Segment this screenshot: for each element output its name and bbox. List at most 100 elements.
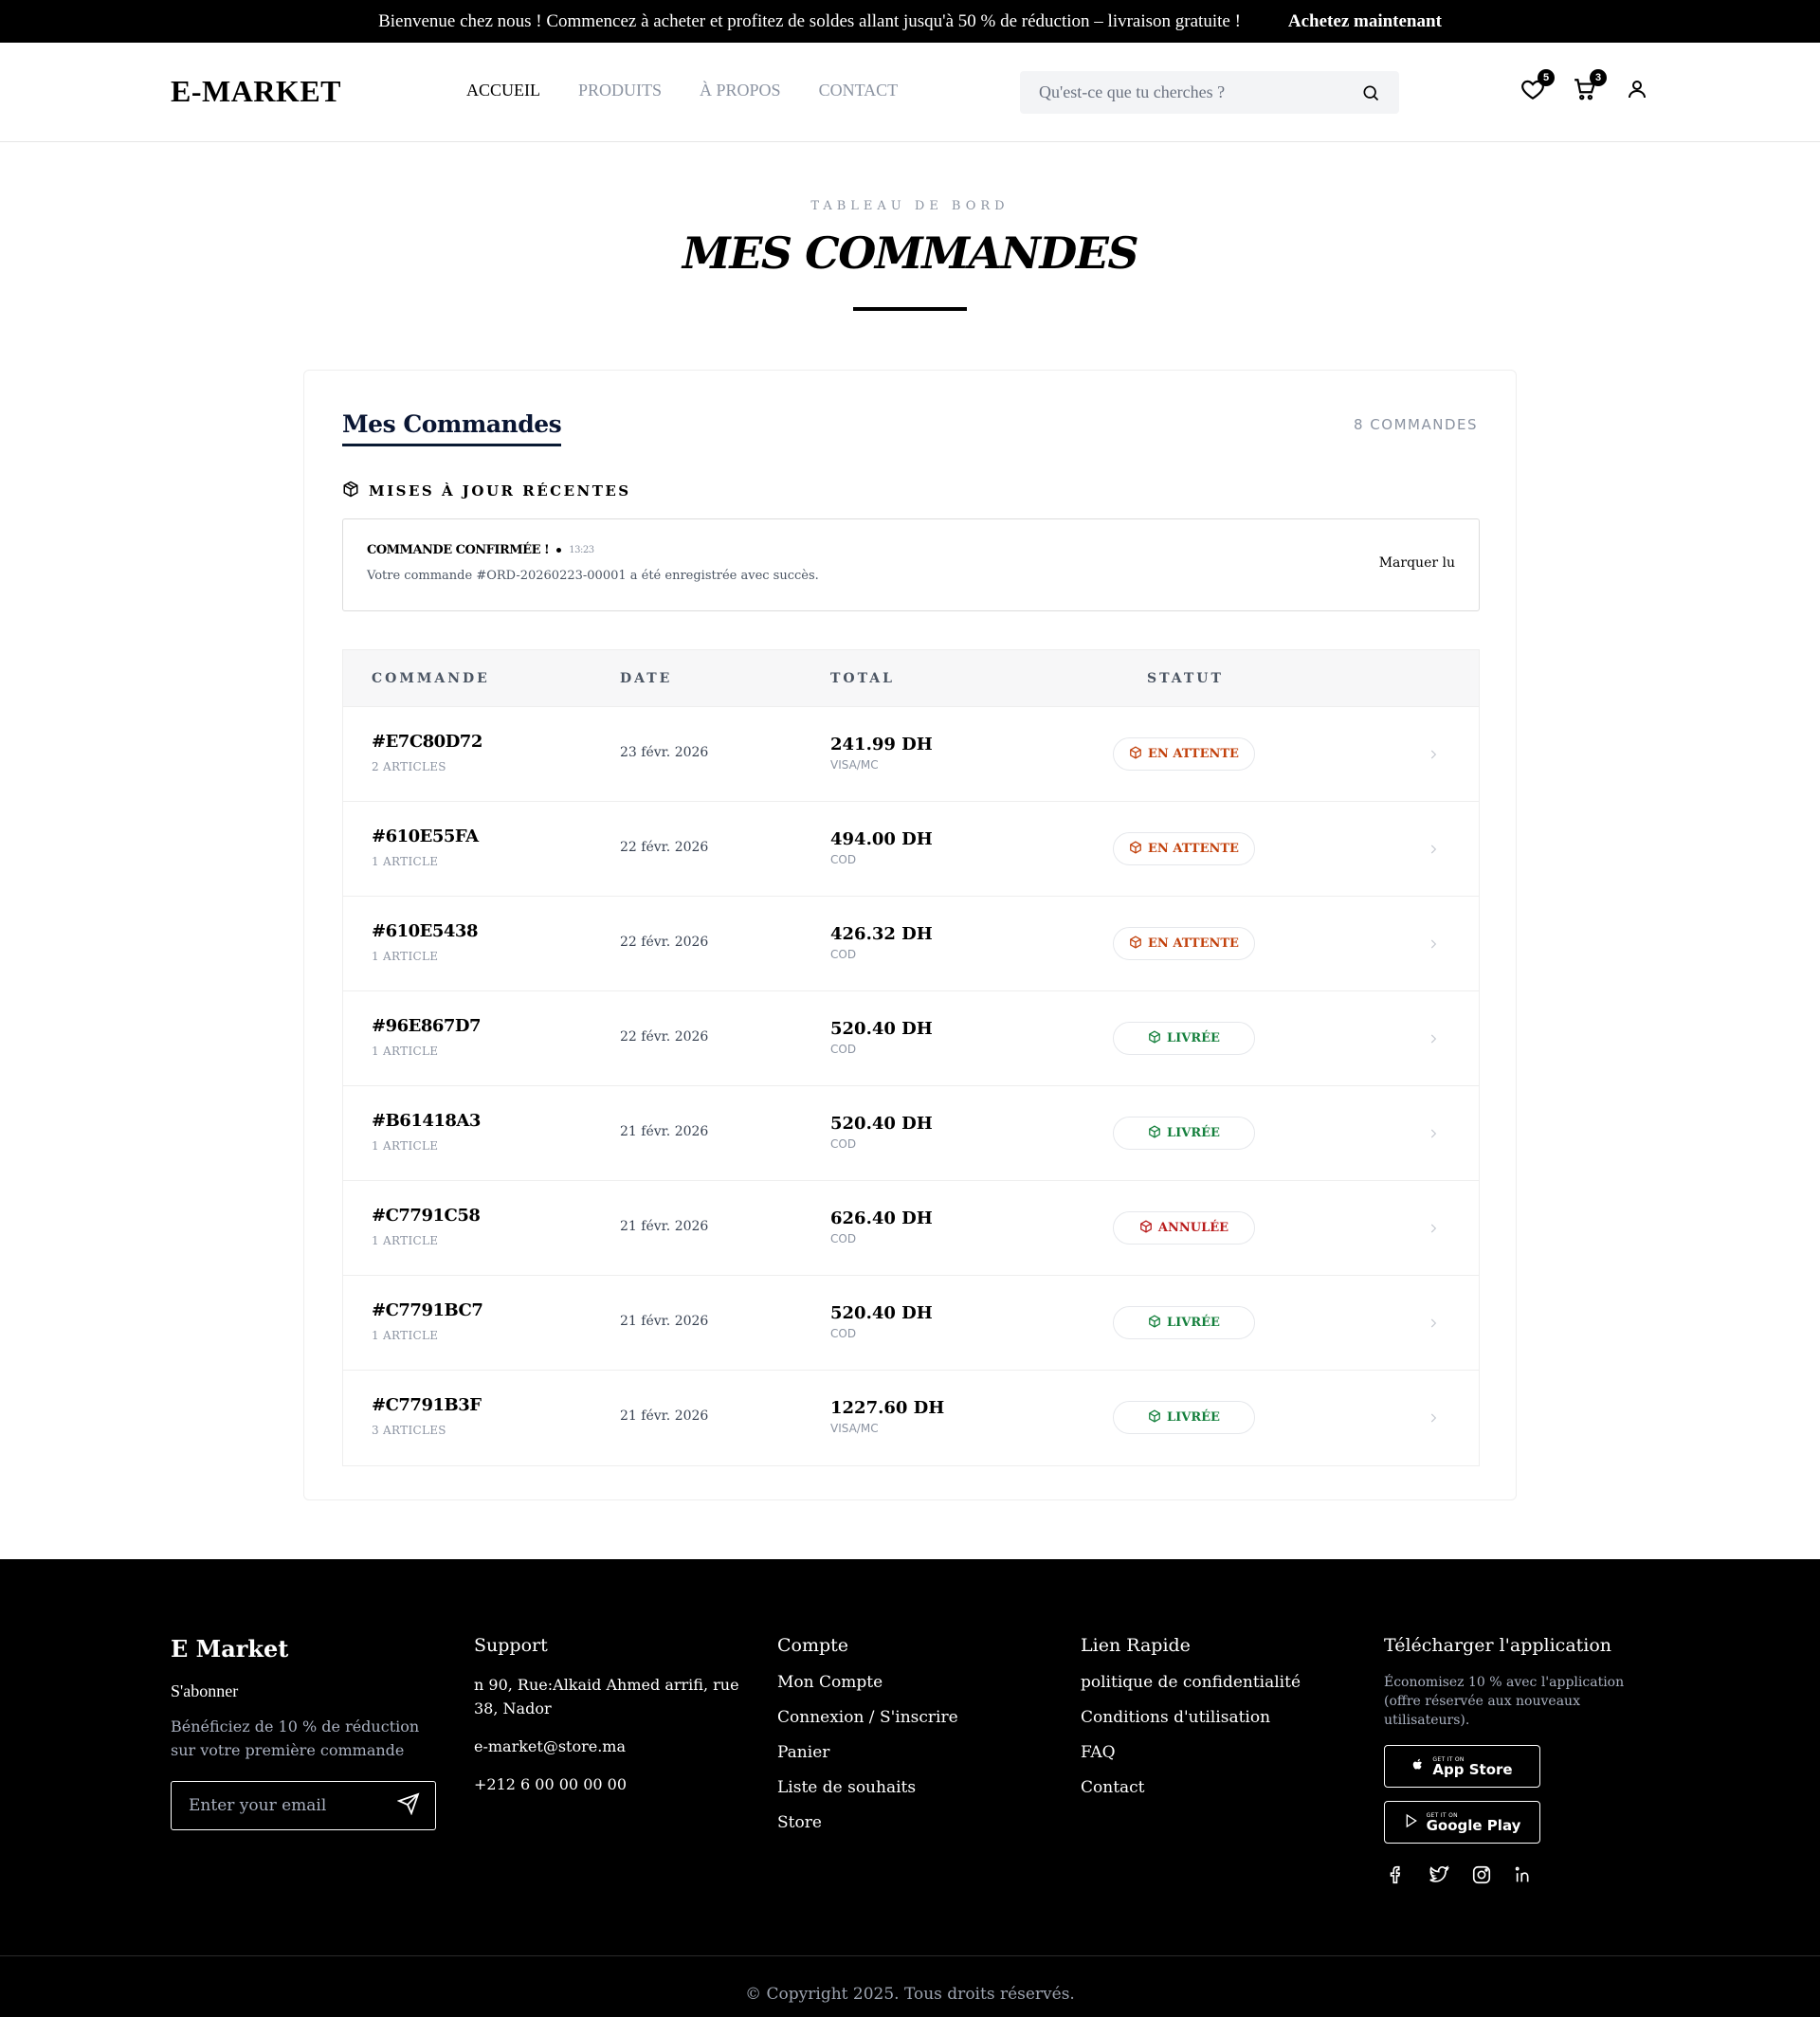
order-id: #610E55FA bbox=[372, 827, 479, 846]
table-row[interactable]: #C7791C58 1 ARTICLE 21 févr. 2026 626.40 DH… bbox=[343, 1181, 1479, 1276]
status-label: LIVRÉE bbox=[1167, 1410, 1220, 1425]
footer-link-store[interactable]: Store bbox=[777, 1813, 958, 1832]
subscribe-description: Bénéficiez de 10 % de réduction sur votr… bbox=[171, 1717, 420, 1759]
nav-contact[interactable]: CONTACT bbox=[819, 81, 899, 100]
chevron-right-icon[interactable] bbox=[1424, 1219, 1443, 1238]
wishlist-button[interactable]: 5 bbox=[1519, 69, 1555, 105]
status-label: LIVRÉE bbox=[1167, 1031, 1220, 1045]
status-label: EN ATTENTE bbox=[1148, 842, 1239, 856]
notification-item: COMMANDE CONFIRMÉE ! 13:23 Votre command… bbox=[342, 518, 1480, 611]
app-store-label: App Store bbox=[1432, 1760, 1513, 1778]
order-total: 520.40 DH bbox=[830, 1114, 933, 1134]
twitter-icon[interactable] bbox=[1427, 1863, 1450, 1886]
order-item-count: 1 ARTICLE bbox=[372, 1045, 439, 1058]
order-total: 520.40 DH bbox=[830, 1303, 933, 1323]
title-divider bbox=[853, 307, 967, 311]
support-email[interactable]: e-market@store.ma bbox=[474, 1735, 749, 1758]
status-label: EN ATTENTE bbox=[1148, 936, 1239, 951]
app-description: Économisez 10 % avec l'application (offr… bbox=[1384, 1675, 1625, 1728]
notification-message: Votre commande #ORD-20260223-00001 a été… bbox=[367, 569, 819, 583]
order-date: 21 févr. 2026 bbox=[620, 1124, 709, 1139]
nav-home[interactable]: ACCUEIL bbox=[466, 81, 540, 100]
order-item-count: 1 ARTICLE bbox=[372, 950, 439, 963]
order-date: 22 févr. 2026 bbox=[620, 840, 709, 855]
order-item-count: 1 ARTICLE bbox=[372, 855, 439, 868]
footer-account-column: Compte Mon Compte Connexion / S'inscrire… bbox=[777, 1635, 958, 1848]
nav-products[interactable]: PRODUITS bbox=[578, 81, 662, 100]
table-row[interactable]: #610E55FA 1 ARTICLE 22 févr. 2026 494.00 DH… bbox=[343, 802, 1479, 897]
mark-read-button[interactable]: Marquer lu bbox=[1379, 555, 1455, 571]
page-eyebrow: TABLEAU DE BORD bbox=[810, 199, 1010, 213]
support-heading: Support bbox=[474, 1635, 548, 1656]
social-links bbox=[1384, 1863, 1659, 1886]
chevron-right-icon[interactable] bbox=[1424, 745, 1443, 764]
table-row[interactable]: #E7C80D72 2 ARTICLES 23 févr. 2026 241.99 D… bbox=[343, 707, 1479, 802]
package-icon bbox=[1148, 1408, 1161, 1426]
instagram-icon[interactable] bbox=[1469, 1863, 1493, 1886]
table-row[interactable]: #B61418A3 1 ARTICLE 21 févr. 2026 520.40 DH… bbox=[343, 1086, 1479, 1181]
table-row[interactable]: #610E5438 1 ARTICLE 22 févr. 2026 426.32 DH… bbox=[343, 897, 1479, 991]
footer-link-contact[interactable]: Contact bbox=[1081, 1778, 1301, 1797]
footer-support-column: Support n 90, Rue:Alkaid Ahmed arrifi, r… bbox=[474, 1635, 749, 1810]
column-header-order: COMMANDE bbox=[372, 671, 490, 686]
order-id: #C7791C58 bbox=[372, 1206, 481, 1226]
cart-count-badge: 3 bbox=[1590, 69, 1607, 86]
google-play-button[interactable]: GET IT ON Google Play bbox=[1384, 1801, 1540, 1844]
copyright-text: © Copyright 2025. Tous droits réservés. bbox=[745, 1985, 1075, 2004]
chevron-right-icon[interactable] bbox=[1424, 1124, 1443, 1143]
order-payment-method: COD bbox=[830, 948, 857, 961]
shop-now-link[interactable]: Achetez maintenant bbox=[1288, 11, 1442, 32]
column-header-total: TOTAL bbox=[830, 671, 895, 686]
status-badge: ANNULÉE bbox=[1113, 1211, 1255, 1245]
app-heading: Télécharger l'application bbox=[1384, 1635, 1612, 1656]
status-badge: EN ATTENTE bbox=[1113, 832, 1255, 865]
send-icon[interactable] bbox=[396, 1792, 420, 1819]
nav-about[interactable]: À PROPOS bbox=[700, 81, 781, 100]
play-icon bbox=[1404, 1813, 1419, 1832]
account-button[interactable] bbox=[1623, 77, 1651, 105]
facebook-icon[interactable] bbox=[1384, 1863, 1408, 1886]
linkedin-icon[interactable] bbox=[1512, 1863, 1536, 1886]
order-id: #96E867D7 bbox=[372, 1016, 482, 1036]
package-icon bbox=[1129, 840, 1142, 858]
cart-button[interactable]: 3 bbox=[1571, 69, 1607, 105]
order-date: 22 févr. 2026 bbox=[620, 935, 709, 950]
order-payment-method: COD bbox=[830, 1137, 857, 1151]
search-icon[interactable] bbox=[1361, 83, 1380, 102]
google-play-label: Google Play bbox=[1426, 1816, 1521, 1834]
chevron-right-icon[interactable] bbox=[1424, 1029, 1443, 1048]
status-badge: LIVRÉE bbox=[1113, 1022, 1255, 1055]
package-icon bbox=[1148, 1029, 1161, 1047]
order-total: 426.32 DH bbox=[830, 924, 933, 944]
order-total: 1227.60 DH bbox=[830, 1398, 945, 1418]
table-row[interactable]: #96E867D7 1 ARTICLE 22 févr. 2026 520.40 DH… bbox=[343, 991, 1479, 1086]
footer-link-wishlist[interactable]: Liste de souhaits bbox=[777, 1778, 958, 1797]
newsletter-email-input[interactable] bbox=[189, 1796, 397, 1815]
chevron-right-icon[interactable] bbox=[1424, 1314, 1443, 1333]
footer-link-faq[interactable]: FAQ bbox=[1081, 1743, 1301, 1762]
table-row[interactable]: #C7791B3F 3 ARTICLES 21 févr. 2026 1227.60 … bbox=[343, 1371, 1479, 1465]
order-total: 494.00 DH bbox=[830, 829, 933, 849]
footer-link-my-account[interactable]: Mon Compte bbox=[777, 1673, 958, 1692]
package-icon bbox=[1148, 1314, 1161, 1332]
chevron-right-icon[interactable] bbox=[1424, 935, 1443, 954]
table-row[interactable]: #C7791BC7 1 ARTICLE 21 févr. 2026 520.40 DH… bbox=[343, 1276, 1479, 1371]
chevron-right-icon[interactable] bbox=[1424, 1408, 1443, 1427]
footer-link-login[interactable]: Connexion / S'inscrire bbox=[777, 1708, 958, 1727]
footer-link-cart[interactable]: Panier bbox=[777, 1743, 958, 1762]
order-id: #C7791B3F bbox=[372, 1395, 482, 1415]
footer-link-privacy[interactable]: politique de confidentialité bbox=[1081, 1673, 1301, 1692]
package-icon bbox=[1129, 935, 1142, 953]
subscribe-heading: S'abonner bbox=[171, 1681, 239, 1700]
status-badge: LIVRÉE bbox=[1113, 1117, 1255, 1150]
search-input[interactable] bbox=[1039, 82, 1361, 102]
order-count: 8 COMMANDES bbox=[1353, 416, 1478, 433]
footer-link-terms[interactable]: Conditions d'utilisation bbox=[1081, 1708, 1301, 1727]
table-body: #E7C80D72 2 ARTICLES 23 févr. 2026 241.99 D… bbox=[343, 707, 1479, 1465]
app-store-button[interactable]: GET IT ON App Store bbox=[1384, 1745, 1540, 1788]
order-date: 21 févr. 2026 bbox=[620, 1408, 709, 1424]
chevron-right-icon[interactable] bbox=[1424, 840, 1443, 859]
support-phone[interactable]: +212 6 00 00 00 00 bbox=[474, 1772, 749, 1796]
status-badge: LIVRÉE bbox=[1113, 1306, 1255, 1339]
logo[interactable]: E-MARKET bbox=[171, 74, 341, 109]
